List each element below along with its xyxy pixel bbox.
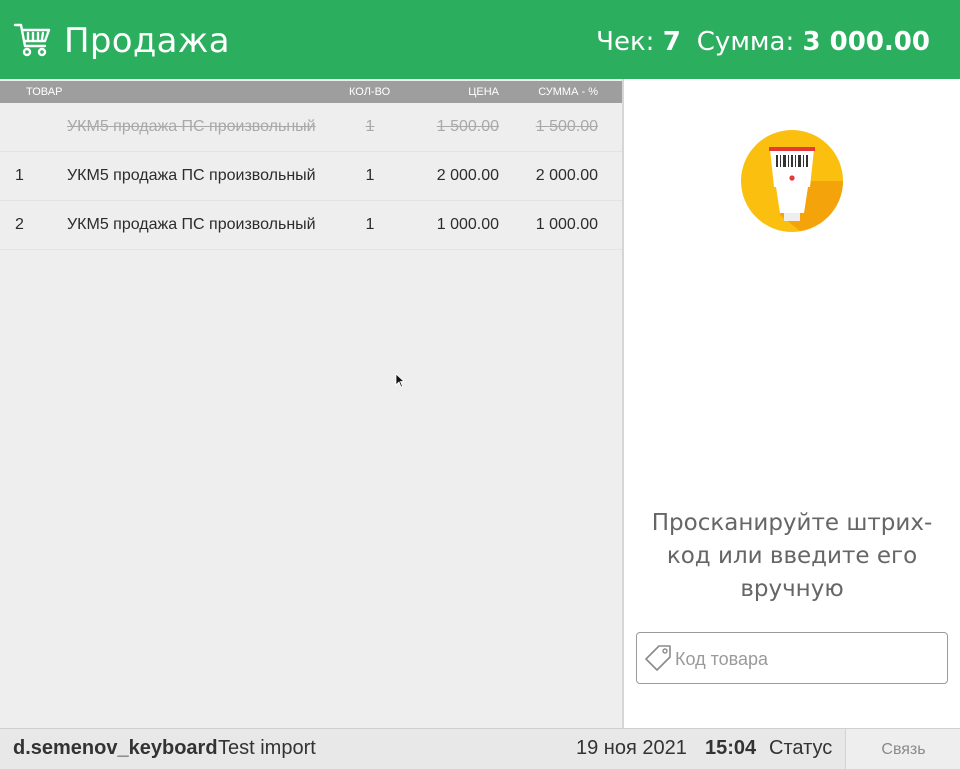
row-sum: 2 000.00 (535, 167, 598, 184)
receipt-table: ТОВАР КОЛ-ВО ЦЕНА СУММА - % УКМ5 продажа… (0, 79, 623, 728)
row-sum: 1 000.00 (535, 216, 598, 233)
current-date: 19 ноя 2021 (576, 737, 687, 759)
row-number: 1 (15, 167, 24, 184)
total-label: Сумма: (696, 27, 795, 57)
barcode-scanner-icon (741, 130, 843, 232)
total-value: 3 000.00 (802, 27, 930, 57)
table-row-deleted[interactable]: УКМ5 продажа ПС произвольный 1 1 500.00 … (0, 103, 623, 152)
status-button[interactable]: Статус (769, 737, 832, 759)
price-tag-icon (645, 645, 671, 671)
connection-label: Связь (881, 741, 926, 758)
table-header: ТОВАР КОЛ-ВО ЦЕНА СУММА - % (0, 81, 623, 103)
scan-hint: Просканируйте штрих- код или введите его… (624, 507, 960, 606)
column-header-product: ТОВАР (26, 86, 63, 98)
receipt-summary: Чек: 7 Сумма: 3 000.00 (596, 26, 930, 58)
scan-hint-line: вручную (740, 576, 844, 602)
column-header-qty: КОЛ-ВО (349, 86, 391, 98)
row-sum: 1 500.00 (535, 118, 598, 135)
product-code-field[interactable] (636, 632, 948, 684)
scan-hint-line: код или введите его (666, 543, 918, 569)
row-price: 1 500.00 (436, 118, 499, 135)
row-number: 2 (15, 216, 24, 233)
top-bar: Продажа Чек: 7 Сумма: 3 000.00 (0, 0, 960, 79)
receipt-number: 7 (662, 27, 681, 57)
column-header-price: ЦЕНА (468, 86, 499, 98)
row-price: 1 000.00 (436, 216, 499, 233)
receipt-label: Чек: (596, 27, 655, 57)
status-bar: d.semenov_keyboard Test import 19 ноя 20… (0, 728, 960, 769)
table-row[interactable]: 2 УКМ5 продажа ПС произвольный 1 1 000.0… (0, 201, 623, 250)
row-qty: 1 (365, 118, 375, 135)
row-product-name: УКМ5 продажа ПС произвольный (67, 216, 316, 233)
shopping-cart-icon (13, 23, 51, 57)
page-title: Продажа (64, 21, 230, 61)
row-price: 2 000.00 (436, 167, 499, 184)
column-header-sum: СУММА - % (538, 86, 598, 98)
scan-hint-line: Просканируйте штрих- (651, 510, 933, 536)
row-product-name: УКМ5 продажа ПС произвольный (67, 118, 316, 135)
product-code-input[interactable] (675, 646, 935, 672)
mouse-cursor-icon (395, 373, 405, 388)
organization-name: Test import (218, 737, 316, 759)
table-row[interactable]: 1 УКМ5 продажа ПС произвольный 1 2 000.0… (0, 152, 623, 201)
user-name: d.semenov_keyboard (13, 737, 218, 759)
connection-button[interactable]: Связь (845, 729, 960, 769)
scan-panel: Просканируйте штрих- код или введите его… (624, 79, 960, 728)
row-qty: 1 (365, 216, 375, 233)
row-qty: 1 (365, 167, 375, 184)
row-product-name: УКМ5 продажа ПС произвольный (67, 167, 316, 184)
current-time: 15:04 (705, 737, 757, 759)
